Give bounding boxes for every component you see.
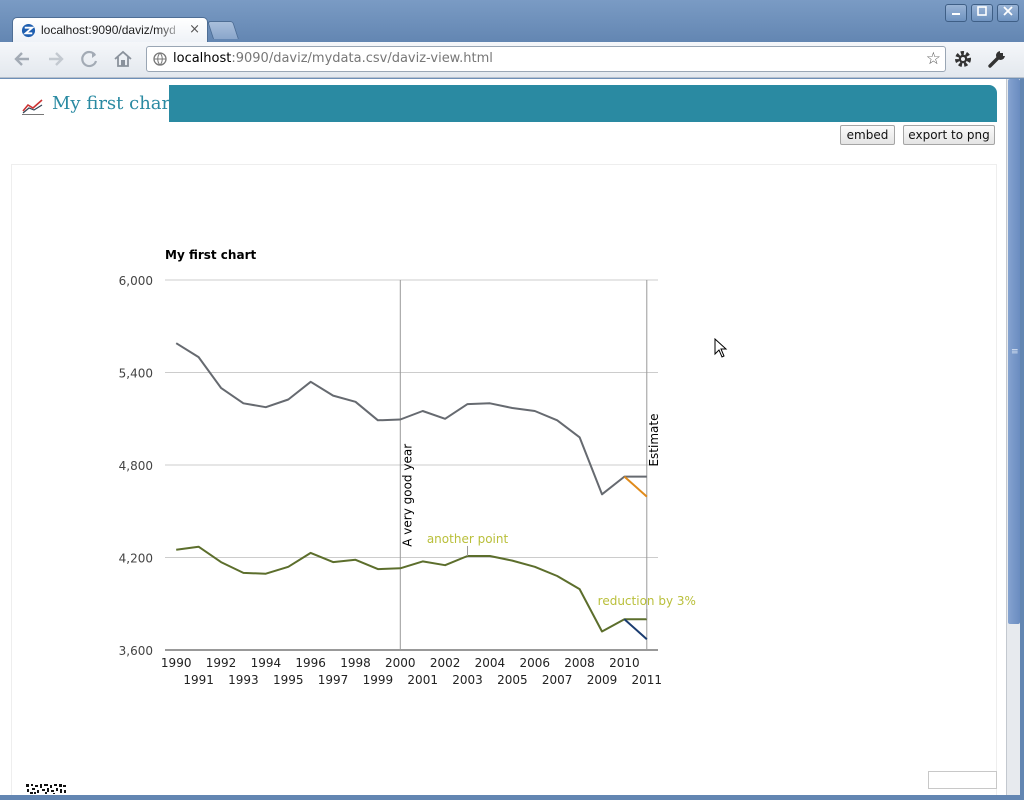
favicon-icon bbox=[21, 23, 36, 38]
window-frame-right bbox=[1020, 79, 1024, 800]
x-tick-label: 2011 bbox=[632, 673, 663, 687]
maximize-icon bbox=[977, 6, 987, 16]
qr-code-icon[interactable] bbox=[25, 783, 67, 795]
minimize-button[interactable] bbox=[945, 4, 967, 22]
y-tick-label: 3,600 bbox=[119, 644, 153, 658]
forward-button[interactable] bbox=[44, 49, 68, 71]
x-tick-label: 2008 bbox=[564, 656, 595, 670]
x-tick-label: 2004 bbox=[475, 656, 506, 670]
minimize-icon bbox=[952, 13, 960, 15]
x-tick-label: 1993 bbox=[228, 673, 259, 687]
scrollbar-thumb[interactable]: ≡ bbox=[1008, 79, 1020, 624]
tab-title: localhost:9090/daviz/myd bbox=[41, 23, 176, 37]
tab-close-icon[interactable]: × bbox=[189, 22, 200, 37]
new-tab-button[interactable] bbox=[207, 21, 239, 39]
address-bar[interactable]: localhost:9090/daviz/mydata.csv/daviz-vi… bbox=[146, 46, 946, 72]
reload-icon bbox=[81, 50, 98, 68]
annotation-label: Estimate bbox=[647, 414, 661, 467]
gear-icon bbox=[955, 51, 971, 67]
x-tick-label: 1992 bbox=[206, 656, 237, 670]
x-tick-label: 1999 bbox=[363, 673, 394, 687]
scrollbar-grip-icon: ≡ bbox=[1011, 347, 1019, 357]
x-tick-label: 2003 bbox=[452, 673, 483, 687]
back-arrow-icon bbox=[14, 52, 29, 66]
home-icon bbox=[114, 50, 132, 67]
y-tick-label: 6,000 bbox=[119, 274, 153, 288]
url-text: localhost:9090/daviz/mydata.csv/daviz-vi… bbox=[173, 51, 493, 66]
window-frame-bottom bbox=[0, 795, 1024, 800]
page-viewport: My first chart embed export to png My fi… bbox=[0, 79, 1006, 795]
series-line bbox=[623, 475, 648, 498]
vertical-scrollbar[interactable]: ≡ bbox=[1006, 79, 1020, 795]
x-tick-label: 2000 bbox=[385, 656, 416, 670]
x-tick-label: 1991 bbox=[183, 673, 214, 687]
x-tick-label: 1998 bbox=[340, 656, 371, 670]
forward-arrow-icon bbox=[49, 52, 64, 66]
x-tick-label: 1996 bbox=[295, 656, 326, 670]
bookmark-star-icon[interactable]: ☆ bbox=[926, 49, 941, 69]
x-tick-label: 1995 bbox=[273, 673, 304, 687]
series-line bbox=[176, 545, 647, 633]
x-tick-label: 2001 bbox=[407, 673, 438, 687]
window-titlebar: localhost:9090/daviz/myd × bbox=[0, 0, 1024, 43]
y-tick-label: 5,400 bbox=[119, 367, 153, 381]
wrench-menu-button[interactable] bbox=[986, 48, 1010, 70]
wrench-icon bbox=[988, 51, 1005, 68]
home-button[interactable] bbox=[111, 49, 135, 71]
x-tick-label: 1990 bbox=[161, 656, 192, 670]
y-tick-label: 4,800 bbox=[119, 459, 153, 473]
series-line bbox=[623, 618, 648, 640]
page-info-icon bbox=[153, 52, 167, 66]
url-path: :9090/daviz/mydata.csv/daviz-view.html bbox=[231, 51, 493, 66]
x-tick-label: 2006 bbox=[519, 656, 550, 670]
x-tick-label: 2002 bbox=[430, 656, 461, 670]
y-tick-label: 4,200 bbox=[119, 552, 153, 566]
reload-button[interactable] bbox=[78, 49, 102, 71]
settings-button[interactable] bbox=[952, 48, 976, 70]
back-button[interactable] bbox=[10, 49, 34, 71]
close-window-button[interactable] bbox=[997, 4, 1019, 22]
mouse-cursor-icon bbox=[714, 338, 728, 358]
annotation-label: reduction by 3% bbox=[598, 594, 696, 608]
line-chart: My first chart 3,600 4,200 4,800 5,400 6,000 1… bbox=[119, 248, 696, 687]
x-tick-label: 2009 bbox=[587, 673, 618, 687]
x-tick-label: 1997 bbox=[318, 673, 349, 687]
corner-input-box[interactable] bbox=[928, 771, 997, 789]
x-tick-label: 2007 bbox=[542, 673, 573, 687]
url-host: localhost bbox=[173, 51, 232, 66]
annotation-label: another point bbox=[427, 532, 509, 546]
x-tick-label: 2005 bbox=[497, 673, 528, 687]
maximize-button[interactable] bbox=[971, 4, 993, 22]
browser-tab[interactable]: localhost:9090/daviz/myd × bbox=[12, 17, 208, 43]
close-icon bbox=[1003, 6, 1013, 16]
chart-title: My first chart bbox=[165, 248, 256, 262]
x-tick-label: 2010 bbox=[609, 656, 640, 670]
x-tick-label: 1994 bbox=[251, 656, 282, 670]
annotation-label: A very good year bbox=[400, 444, 414, 547]
